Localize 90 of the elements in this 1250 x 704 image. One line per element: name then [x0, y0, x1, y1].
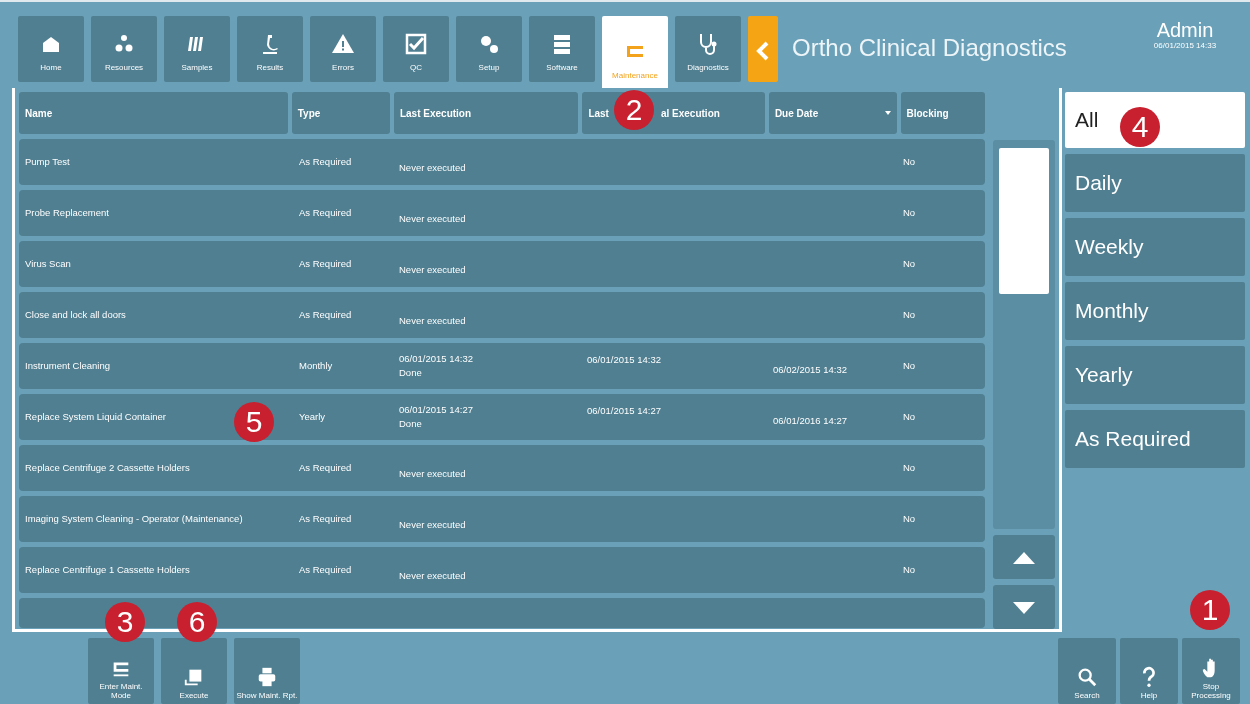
table-cell: Never executed [399, 568, 466, 583]
app-title: Ortho Clinical Diagnostics [792, 33, 1067, 63]
table-cell-text: Imaging System Cleaning - Operator (Maintenance) [25, 511, 243, 526]
user-name: Admin [1155, 20, 1215, 40]
table-cell: 06/01/2015 14:27 [399, 402, 473, 417]
table-cell: 06/01/2016 14:27 [773, 413, 847, 428]
table-row[interactable]: Virus Scan As Required Never executed No [19, 241, 985, 287]
checkbox-icon [404, 32, 428, 56]
table-cell-text: Replace Centrifuge 2 Cassette Holders [25, 460, 190, 475]
table-cell-text: As Required [299, 205, 352, 220]
nav-tab[interactable]: Resources [91, 16, 157, 82]
table-cell-text: As Required [299, 460, 352, 475]
nav-tab[interactable]: QC [383, 16, 449, 82]
table-cell-text: Close and lock all doors [25, 307, 126, 322]
table-cell: Never executed [399, 211, 466, 226]
nav-tab[interactable]: Setup [456, 16, 522, 82]
filter-tab[interactable]: Weekly [1065, 218, 1245, 276]
printer-icon [256, 666, 278, 689]
nav-tab[interactable]: Samples [164, 16, 230, 82]
table-cell-text: Probe Replacement [25, 205, 109, 220]
column-header[interactable]: Last Execution [393, 92, 579, 134]
search-icon [1076, 666, 1098, 689]
table-cell: 06/02/2015 14:32 [773, 362, 847, 377]
table-cell-text: No [903, 562, 916, 577]
table-row[interactable]: Imaging System Cleaning - Operator (Maintenance) As Required Never executed No [19, 496, 985, 542]
table-cell: Never executed [399, 517, 466, 532]
nav-tab[interactable]: Home [18, 16, 84, 82]
table-cell-text: As Required [299, 256, 352, 271]
table-cell-text: Monthly [299, 358, 333, 373]
triangle-up-icon [1013, 551, 1035, 564]
triangle-down-icon [1013, 601, 1035, 614]
table-cell: Never executed [399, 160, 466, 175]
toolbar-button[interactable]: Execute [161, 638, 227, 704]
table-cell-text: As Required [299, 307, 352, 322]
column-header[interactable]: Last [588, 105, 609, 121]
table-cell: Never executed [399, 466, 466, 481]
table-cell-text: Replace System Liquid Container [25, 409, 166, 424]
table-cell-text: Instrument Cleaning [25, 358, 111, 373]
table-cell-text: No [903, 409, 916, 424]
table-row[interactable]: Pump Test As Required Never executed No [19, 139, 985, 185]
table-cell-text: No [903, 307, 916, 322]
warning-icon [331, 32, 355, 56]
nav-tab[interactable]: Diagnostics [675, 16, 741, 82]
table-row[interactable]: Replace Centrifuge 2 Cassette Holders As Required Never executed No [19, 445, 985, 491]
toolbar-button[interactable]: Stop Processing [1182, 638, 1240, 704]
table-cell: Never executed [399, 313, 466, 328]
column-header[interactable]: Type [291, 92, 390, 134]
nav-tab[interactable]: Software [529, 16, 595, 82]
toolbar-button[interactable]: Show Maint. Rpt. [234, 638, 300, 704]
table-cell-text: Yearly [299, 409, 326, 424]
filter-tab[interactable]: Monthly [1065, 282, 1245, 340]
table-row[interactable]: Close and lock all doors As Required Never executed No [19, 292, 985, 338]
table-cell-text: As Required [299, 154, 352, 169]
table-cell-text: No [903, 205, 916, 220]
table-cell-text: As Required [299, 511, 352, 526]
filter-tab[interactable]: Yearly [1065, 346, 1245, 404]
table-row[interactable]: Probe Replacement As Required Never executed No [19, 190, 985, 236]
column-header[interactable]: Due Date [774, 105, 819, 121]
column-header[interactable]: Blocking [900, 92, 985, 134]
table-cell-text: Pump Test [25, 154, 70, 169]
toolbar-button[interactable]: Enter Maint. Mode [88, 638, 154, 704]
table-cell-text: Virus Scan [25, 256, 71, 271]
toolbar-button[interactable]: Help [1120, 638, 1178, 704]
scroll-down-button[interactable] [993, 585, 1055, 629]
table-cell: Never executed [399, 262, 466, 277]
table-cell-text: 06/01/2015 14:32 [587, 353, 661, 367]
table-cell-text: Done [399, 417, 422, 431]
table-row[interactable]: Replace Centrifuge 1 Cassette Holders As Required Never executed No [19, 547, 985, 593]
filter-tab[interactable]: Daily [1065, 154, 1245, 212]
date-time: 06/01/2015 14:33 [1152, 40, 1218, 52]
table-cell-text: No [903, 154, 916, 169]
table-cell-text: Done [399, 366, 422, 380]
filter-tab[interactable]: As Required [1065, 410, 1245, 468]
column-header[interactable]: Name [19, 92, 288, 134]
table-cell-text: No [903, 460, 916, 475]
table-cell-text: No [903, 256, 916, 271]
table-row[interactable]: Instrument Cleaning Monthly 06/01/2015 14:32 Done 06/01/2015 14:32 06/02/2015 14:32 No [19, 343, 985, 389]
nav-tab[interactable]: Results [237, 16, 303, 82]
table-cell-text: No [903, 358, 916, 373]
table-cell-text: Replace Centrifuge 1 Cassette Holders [25, 562, 190, 577]
scroll-up-button[interactable] [993, 535, 1055, 579]
toolbar-button[interactable]: Search [1058, 638, 1116, 704]
table-cell-text: 06/01/2015 14:27 [587, 404, 661, 418]
table-cell-text: As Required [299, 562, 352, 577]
nav-tab[interactable]: Errors [310, 16, 376, 82]
scrollbar-thumb[interactable] [999, 148, 1049, 294]
table-cell: 06/01/2015 14:32 [399, 351, 473, 366]
column-header[interactable]: al Execution [660, 105, 720, 121]
table-cell-text: No [903, 511, 916, 526]
chevron-left-icon [756, 40, 770, 61]
